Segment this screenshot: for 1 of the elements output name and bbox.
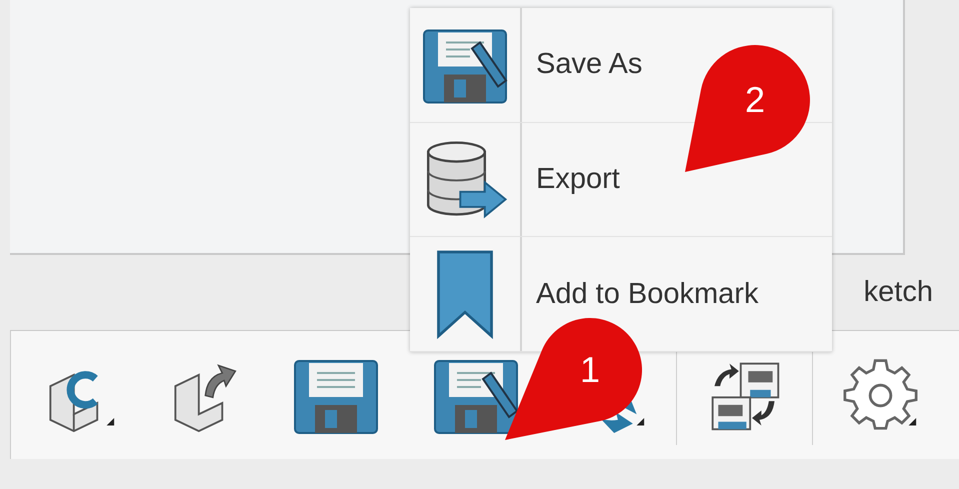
callout-number: 2 xyxy=(744,79,766,120)
